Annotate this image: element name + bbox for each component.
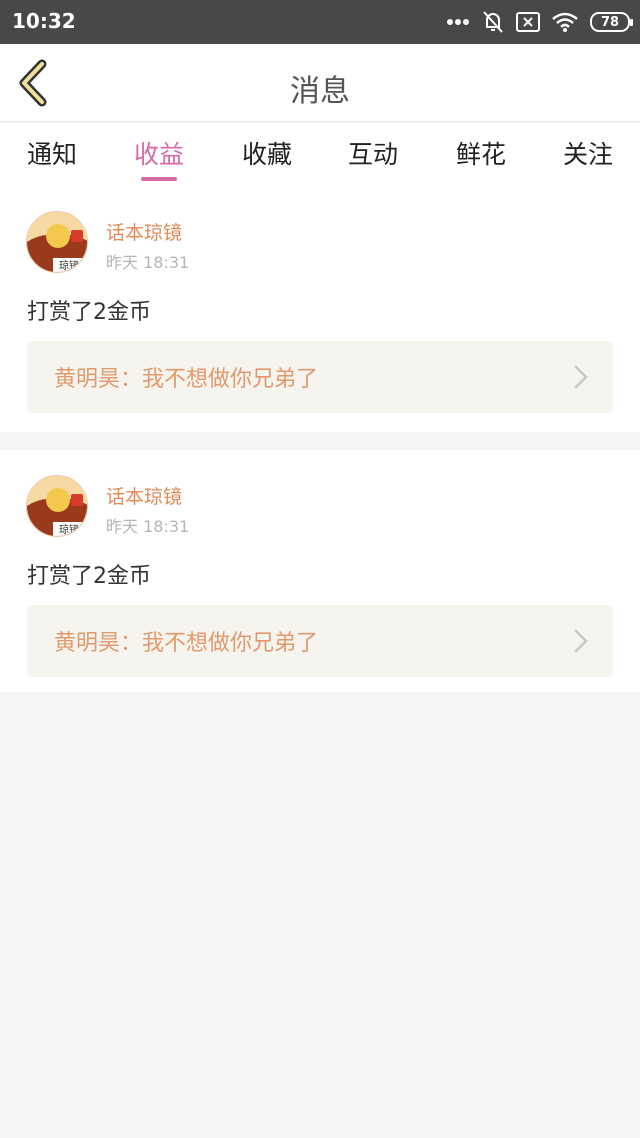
battery-level: 78 [600,14,620,30]
avatar-text: 琼镜 [59,523,79,536]
sim-x-icon [516,12,540,32]
tab-label: 通知 [26,140,77,169]
reference-text: 黄明昊：我不想做你兄弟了 [54,631,319,656]
more-dots-icon [446,18,470,26]
title-bar: 消息 [0,44,640,122]
tab-earnings[interactable]: 收益 [119,135,199,181]
avatar[interactable]: 琼镜 [26,211,88,273]
chevron-right-icon [574,629,588,653]
username[interactable]: 话本琼镜 [106,218,182,245]
chevron-right-icon [574,365,588,389]
reward-text: 打赏了2金币 [27,300,151,325]
reference-link[interactable]: 黄明昊：我不想做你兄弟了 [27,341,613,413]
bell-off-icon [482,10,504,34]
reward-text: 打赏了2金币 [27,564,151,589]
username[interactable]: 话本琼镜 [106,482,182,509]
tab-label: 鲜花 [455,140,506,169]
reference-link[interactable]: 黄明昊：我不想做你兄弟了 [27,605,613,677]
list-item: 琼镜 话本琼镜 昨天 18:31 打赏了2金币 黄明昊：我不想做你兄弟了 [0,450,640,692]
tab-label: 收藏 [241,140,292,169]
avatar[interactable]: 琼镜 [26,475,88,537]
tab-interactions[interactable]: 互动 [333,135,413,171]
status-time: 10:32 [12,9,76,33]
tab-notifications[interactable]: 通知 [12,135,92,171]
page-title: 消息 [290,74,350,109]
list-item: 琼镜 话本琼镜 昨天 18:31 打赏了2金币 黄明昊：我不想做你兄弟了 [0,189,640,432]
battery-icon: 78 [590,12,633,32]
tab-label: 关注 [562,140,613,169]
tab-label: 收益 [133,140,184,169]
tab-label: 互动 [347,140,398,169]
messages-screen: 10:32 78 消息 通知 收益 收藏 互动 鲜花 关注 琼镜 话本琼镜 昨天… [0,0,640,1138]
tab-bar: 通知 收益 收藏 互动 鲜花 关注 [0,123,640,189]
tab-follows[interactable]: 关注 [548,135,628,171]
earnings-feed: 琼镜 话本琼镜 昨天 18:31 打赏了2金币 黄明昊：我不想做你兄弟了 琼镜 … [0,189,640,710]
status-bar: 10:32 78 [0,0,640,44]
timestamp: 昨天 18:31 [106,517,190,536]
active-tab-indicator [141,177,177,181]
tab-favorites[interactable]: 收藏 [227,135,307,171]
reference-text: 黄明昊：我不想做你兄弟了 [54,367,319,392]
tab-flowers[interactable]: 鲜花 [441,135,521,171]
avatar-text: 琼镜 [59,259,79,272]
status-icons: 78 [446,8,633,36]
timestamp: 昨天 18:31 [106,253,190,272]
wifi-icon [552,12,578,32]
